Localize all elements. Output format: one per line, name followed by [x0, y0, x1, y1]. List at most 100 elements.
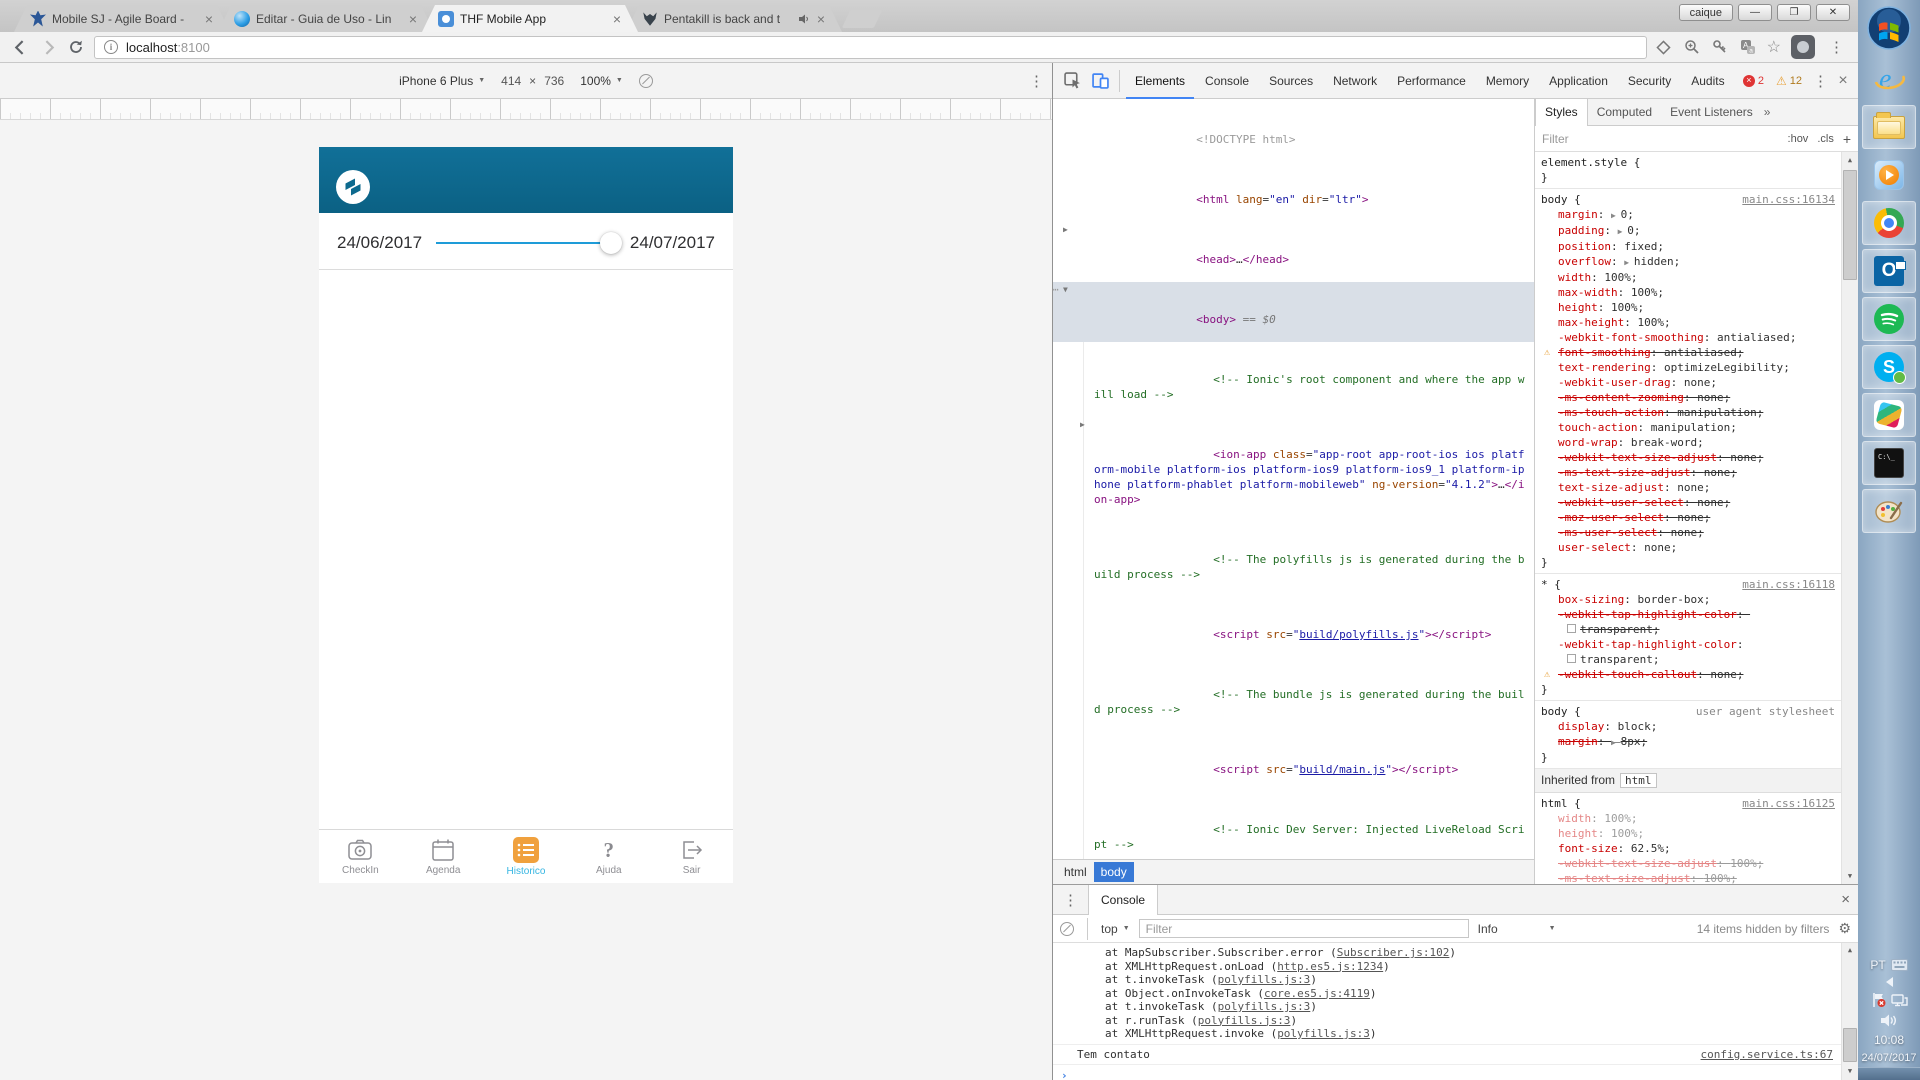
- devtools-tab-network[interactable]: Network: [1324, 63, 1386, 99]
- css-property-row[interactable]: height: 100%;: [1541, 826, 1835, 841]
- css-source-link[interactable]: main.css:16118: [1734, 577, 1835, 592]
- close-window-button[interactable]: ✕: [1816, 4, 1850, 21]
- css-selector[interactable]: body: [1541, 704, 1568, 719]
- dom-tree-row[interactable]: <script src="build/polyfills.js"></scrip…: [1053, 597, 1534, 657]
- page-info-icon[interactable]: i: [104, 40, 118, 54]
- taskbar-media-player[interactable]: [1862, 153, 1916, 197]
- browser-tab-guia-de-uso[interactable]: Editar - Guia de Uso - Lin ×: [218, 5, 434, 32]
- devtools-tab-sources[interactable]: Sources: [1260, 63, 1322, 99]
- scrollbar-thumb[interactable]: [1843, 170, 1857, 280]
- styles-scrollbar[interactable]: ▲ ▼: [1841, 152, 1858, 884]
- log-level-select[interactable]: Info▼: [1478, 922, 1556, 936]
- tabs-overflow-icon[interactable]: »: [1764, 105, 1771, 119]
- console-source-link[interactable]: polyfills.js:3: [1218, 973, 1311, 986]
- devtools-close-icon[interactable]: ×: [1834, 72, 1852, 90]
- tab-styles[interactable]: Styles: [1535, 99, 1588, 126]
- css-property-row[interactable]: -webkit-tap-highlight-color: transparent…: [1541, 637, 1835, 667]
- dom-tree-row[interactable]: <html lang="en" dir="ltr">: [1053, 162, 1534, 222]
- tab-close-icon[interactable]: ×: [816, 12, 826, 26]
- devtools-tab-security[interactable]: Security: [1619, 63, 1680, 99]
- viewport-dimensions[interactable]: 414×736: [501, 74, 564, 88]
- clear-console-icon[interactable]: [1060, 922, 1074, 936]
- execution-context-select[interactable]: top▼: [1101, 922, 1130, 936]
- expand-arrow-icon[interactable]: ▶: [1080, 417, 1085, 432]
- css-property-row[interactable]: -webkit-tap-highlight-color: transparent…: [1541, 607, 1835, 637]
- dom-tree-row[interactable]: <script src="build/main.js"></script>: [1053, 732, 1534, 792]
- styles-filter-input[interactable]: Filter: [1542, 132, 1788, 146]
- console-source-link[interactable]: polyfills.js:3: [1218, 1000, 1311, 1013]
- dom-tree-row[interactable]: <!DOCTYPE html>: [1053, 102, 1534, 162]
- css-property-row[interactable]: touch-action: manipulation;: [1541, 420, 1835, 435]
- console-source-link[interactable]: Subscriber.js:102: [1337, 946, 1450, 959]
- console-source-link[interactable]: polyfills.js:3: [1198, 1014, 1291, 1027]
- browser-menu-icon[interactable]: ⋮: [1825, 38, 1848, 56]
- expand-arrow-icon[interactable]: ▶: [1063, 222, 1068, 237]
- app-tab-agenda[interactable]: Agenda: [402, 830, 485, 883]
- color-swatch[interactable]: [1567, 624, 1576, 633]
- css-property-row[interactable]: margin: ▶ 0;: [1541, 207, 1835, 223]
- tray-clock[interactable]: 10:08: [1874, 1033, 1904, 1047]
- reload-icon[interactable]: [66, 37, 86, 57]
- css-property-row[interactable]: position: fixed;: [1541, 239, 1835, 254]
- action-center-flag-icon[interactable]: [1871, 992, 1886, 1008]
- show-hidden-icons-arrow[interactable]: [1886, 977, 1893, 987]
- console-source-link[interactable]: http.es5.js:1234: [1277, 960, 1383, 973]
- console-scrollbar[interactable]: ▲ ▼: [1841, 943, 1858, 1080]
- css-property-row[interactable]: ⚠font-smoothing: antialiased;: [1541, 345, 1835, 360]
- css-property-row[interactable]: -ms-user-select: none;: [1541, 525, 1835, 540]
- console-settings-gear-icon[interactable]: ⚙: [1838, 920, 1851, 937]
- console-prompt[interactable]: ›: [1053, 1065, 1841, 1080]
- css-property-row[interactable]: display: block;: [1541, 719, 1835, 734]
- browser-tab-pentakill[interactable]: Pentakill is back and t ×: [626, 5, 842, 32]
- app-tab-ajuda[interactable]: ? Ajuda: [567, 830, 650, 883]
- app-tab-checkin[interactable]: CheckIn: [319, 830, 402, 883]
- devtools-tab-application[interactable]: Application: [1540, 63, 1617, 99]
- css-property-row[interactable]: overflow: ▶ hidden;: [1541, 254, 1835, 270]
- devtools-tab-elements[interactable]: Elements: [1126, 63, 1194, 99]
- breadcrumb-html[interactable]: html: [1057, 862, 1094, 882]
- start-button[interactable]: [1866, 5, 1912, 51]
- log-source-link[interactable]: config.service.ts:67: [1701, 1048, 1833, 1062]
- app-tab-sair[interactable]: Sair: [650, 830, 733, 883]
- dom-tree-row[interactable]: <!-- Ionic Dev Server: Injected LiveRelo…: [1053, 792, 1534, 859]
- devtools-tab-performance[interactable]: Performance: [1388, 63, 1475, 99]
- tab-audio-icon[interactable]: [798, 13, 810, 25]
- tab-close-icon[interactable]: ×: [612, 12, 622, 26]
- translate-extension-icon[interactable]: Aa: [1739, 38, 1757, 56]
- warning-badge[interactable]: ⚠12: [1776, 74, 1802, 88]
- css-property-row[interactable]: -webkit-user-drag: none;: [1541, 375, 1835, 390]
- drawer-menu-icon[interactable]: ⋮: [1059, 891, 1082, 909]
- taskbar-slack[interactable]: [1862, 393, 1916, 437]
- devtools-menu-icon[interactable]: ⋮: [1809, 72, 1832, 90]
- profile-button[interactable]: caique: [1679, 4, 1733, 21]
- tab-computed[interactable]: Computed: [1588, 99, 1661, 126]
- browser-tab-thf-mobile-app[interactable]: THF Mobile App ×: [422, 5, 638, 32]
- taskbar-outlook[interactable]: O: [1862, 249, 1916, 293]
- console-drawer-tab[interactable]: Console: [1088, 885, 1158, 915]
- css-property-row[interactable]: -moz-user-select: none;: [1541, 510, 1835, 525]
- tab-close-icon[interactable]: ×: [408, 12, 418, 26]
- css-property-row[interactable]: -ms-content-zooming: none;: [1541, 390, 1835, 405]
- css-property-row[interactable]: margin: ▶ 8px;: [1541, 734, 1835, 750]
- inherited-node-link[interactable]: html: [1620, 773, 1657, 788]
- css-source-link[interactable]: main.css:16125: [1734, 796, 1835, 811]
- language-indicator[interactable]: PT: [1870, 958, 1885, 972]
- css-property-row[interactable]: width: 100%;: [1541, 811, 1835, 826]
- css-property-row[interactable]: text-size-adjust: none;: [1541, 480, 1835, 495]
- taskbar-chrome[interactable]: [1862, 201, 1916, 245]
- css-property-row[interactable]: user-select: none;: [1541, 540, 1835, 555]
- css-source-link[interactable]: main.css:16134: [1734, 192, 1835, 207]
- zoom-select[interactable]: 100%▼: [580, 74, 623, 88]
- taskbar-paint[interactable]: [1862, 489, 1916, 533]
- dom-tree-row[interactable]: ▶<ion-app class="app-root app-root-ios i…: [1053, 417, 1534, 522]
- hov-toggle[interactable]: :hov: [1788, 133, 1809, 145]
- css-selector[interactable]: html: [1541, 796, 1568, 811]
- css-property-row[interactable]: -ms-text-size-adjust: none;: [1541, 465, 1835, 480]
- slider-knob[interactable]: [600, 232, 622, 254]
- taskbar-skype[interactable]: S: [1862, 345, 1916, 389]
- css-property-row[interactable]: max-height: 100%;: [1541, 315, 1835, 330]
- network-icon[interactable]: [1891, 993, 1908, 1008]
- css-property-row[interactable]: ⚠-webkit-touch-callout: none;: [1541, 667, 1835, 682]
- drawer-close-icon[interactable]: ×: [1841, 891, 1850, 908]
- address-bar[interactable]: i localhost:8100: [94, 36, 1647, 59]
